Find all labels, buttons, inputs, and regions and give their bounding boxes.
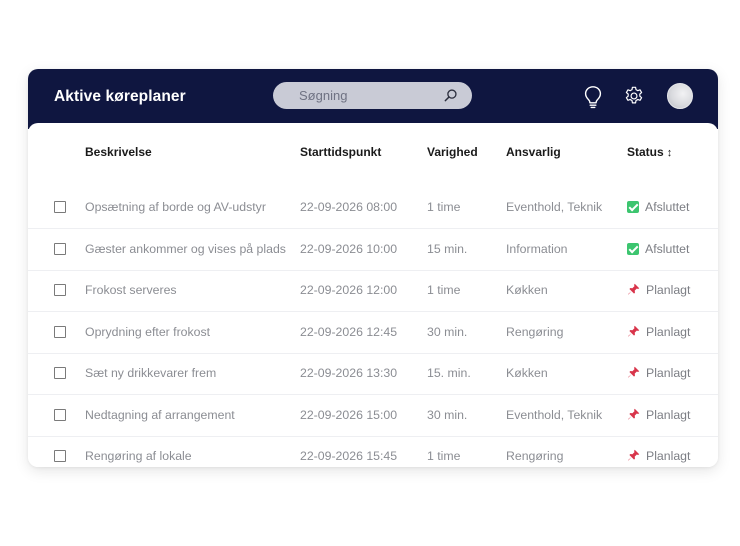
status-badge: Planlagt xyxy=(627,408,690,422)
cell-responsible: Køkken xyxy=(506,366,548,380)
cell-start-time: 22-09-2026 12:00 xyxy=(300,283,398,297)
row-checkbox[interactable] xyxy=(54,284,66,296)
status-badge: Planlagt xyxy=(627,283,690,297)
gear-icon[interactable] xyxy=(623,85,645,107)
cell-duration: 15 min. xyxy=(427,241,468,256)
column-header-status[interactable]: Status ↕ xyxy=(627,145,672,159)
page-title: Aktive køreplaner xyxy=(54,88,186,105)
cell-responsible: Information xyxy=(506,241,568,256)
status-label: Planlagt xyxy=(646,407,691,422)
schedule-card: Aktive køreplaner Beskrivelse Starttidsp… xyxy=(28,69,718,467)
pin-icon xyxy=(628,366,640,378)
status-badge: Planlagt xyxy=(627,449,690,463)
table-row[interactable]: Oprydning efter frokost 22-09-2026 12:45 3… xyxy=(28,312,718,354)
status-label: Planlagt xyxy=(646,324,691,339)
table: Beskrivelse Starttidspunkt Varighed Ansv… xyxy=(28,123,718,467)
column-header-status-label: Status xyxy=(627,145,664,159)
column-header-start[interactable]: Starttidspunkt xyxy=(300,145,381,159)
cell-duration: 30 min. xyxy=(427,324,468,339)
cell-duration: 30 min. xyxy=(427,407,468,422)
avatar[interactable] xyxy=(667,83,693,109)
cell-description: Opsætning af borde og AV-udstyr xyxy=(85,200,266,214)
cell-responsible: Rengøring xyxy=(506,449,564,463)
cell-duration: 1 time xyxy=(427,449,461,463)
pin-icon xyxy=(628,449,640,461)
row-checkbox[interactable] xyxy=(54,242,66,255)
cell-duration: 15. min. xyxy=(427,366,471,380)
header-bar: Aktive køreplaner xyxy=(28,69,718,129)
row-checkbox[interactable] xyxy=(54,201,66,213)
status-badge: Planlagt xyxy=(627,325,690,339)
cell-description: Rengøring af lokale xyxy=(85,449,192,463)
status-label: Planlagt xyxy=(646,366,691,380)
pin-icon xyxy=(628,408,640,420)
cell-start-time: 22-09-2026 08:00 xyxy=(300,200,398,214)
cell-start-time: 22-09-2026 13:30 xyxy=(300,366,398,380)
cell-description: Frokost serveres xyxy=(85,283,177,297)
status-label: Planlagt xyxy=(646,449,691,463)
column-header-duration[interactable]: Varighed xyxy=(427,145,478,159)
row-checkbox[interactable] xyxy=(54,325,66,338)
check-icon xyxy=(627,242,639,255)
table-row[interactable]: Frokost serveres 22-09-2026 12:00 1 time Kø… xyxy=(28,270,718,312)
table-row[interactable]: Sæt ny drikkevarer frem 22-09-2026 13:30 1… xyxy=(28,353,718,395)
table-row[interactable]: Opsætning af borde og AV-udstyr 22-09-202… xyxy=(28,187,718,229)
pin-icon xyxy=(628,325,640,337)
row-checkbox[interactable] xyxy=(54,367,66,379)
search-box[interactable] xyxy=(273,82,472,109)
cell-description: Gæster ankommer og vises på plads xyxy=(85,241,286,256)
cell-start-time: 22-09-2026 15:00 xyxy=(300,407,398,422)
status-label: Afsluttet xyxy=(645,241,690,256)
table-row[interactable]: Gæster ankommer og vises på plads 22-09-2… xyxy=(28,229,718,271)
cell-responsible: Rengøring xyxy=(506,324,564,339)
status-badge: Afsluttet xyxy=(627,200,689,214)
cell-description: Nedtagning af arrangement xyxy=(85,407,235,422)
check-icon xyxy=(627,201,639,213)
search-icon[interactable] xyxy=(443,88,458,103)
cell-start-time: 22-09-2026 15:45 xyxy=(300,449,398,463)
status-label: Planlagt xyxy=(646,283,691,297)
cell-responsible: Eventhold, Teknik xyxy=(506,407,603,422)
column-header-description[interactable]: Beskrivelse xyxy=(85,145,152,159)
table-row[interactable]: Nedtagning af arrangement 22-09-2026 15:0… xyxy=(28,395,718,437)
cell-duration: 1 time xyxy=(427,283,461,297)
row-checkbox[interactable] xyxy=(54,408,66,421)
row-checkbox[interactable] xyxy=(54,450,66,462)
lightbulb-icon[interactable] xyxy=(583,85,603,109)
cell-responsible: Eventhold, Teknik xyxy=(506,200,603,214)
table-row[interactable]: Rengøring af lokale 22-09-2026 15:45 1 tim… xyxy=(28,436,718,467)
search-input[interactable] xyxy=(299,82,439,109)
pin-icon xyxy=(628,283,640,295)
status-label: Afsluttet xyxy=(645,200,690,214)
cell-description: Oprydning efter frokost xyxy=(85,324,211,339)
column-header-responsible[interactable]: Ansvarlig xyxy=(506,145,561,159)
cell-description: Sæt ny drikkevarer frem xyxy=(85,366,217,380)
cell-start-time: 22-09-2026 12:45 xyxy=(300,324,398,339)
status-badge: Afsluttet xyxy=(627,242,689,256)
cell-start-time: 22-09-2026 10:00 xyxy=(300,241,398,256)
cell-duration: 1 time xyxy=(427,200,461,214)
cell-responsible: Køkken xyxy=(506,283,548,297)
status-badge: Planlagt xyxy=(627,366,690,380)
sort-icon[interactable]: ↕ xyxy=(667,147,673,159)
